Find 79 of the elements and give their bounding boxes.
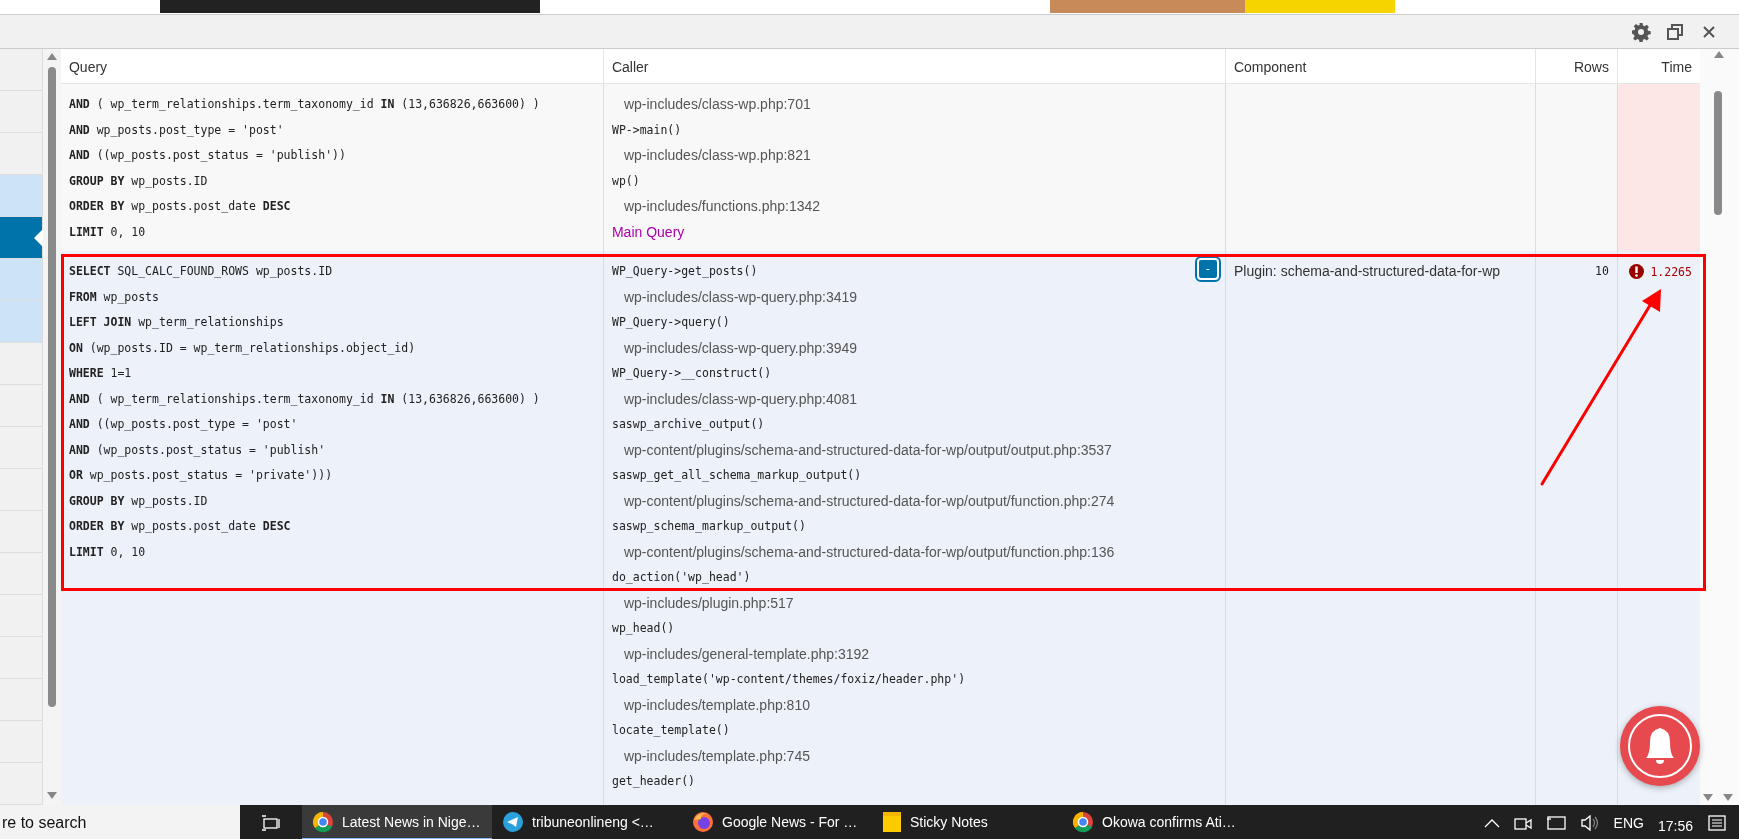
sql-line: WHERE 1=1 xyxy=(68,365,133,382)
sql-line: AND wp_posts.post_type = 'post' xyxy=(68,121,285,139)
sql-line: LEFT JOIN wp_term_relationships xyxy=(68,314,285,331)
settings-icon[interactable] xyxy=(1631,21,1651,42)
monitor-icon[interactable] xyxy=(1545,814,1566,831)
sql-line: GROUP BY wp_posts.ID xyxy=(68,492,209,510)
sql-line: ORDER BY wp_posts.post_date DESC xyxy=(68,518,292,535)
note-icon xyxy=(882,810,902,833)
sql-line: SELECT SQL_CALC_FOUND_ROWS wp_posts.ID xyxy=(68,263,334,280)
file-path: wp-content/plugins/schema-and-structured-data-for-wp/output/output.php:3537 xyxy=(622,440,1113,460)
scrollbar-thumb[interactable] xyxy=(1714,91,1722,215)
file-path: wp-content/plugins/schema-and-structured-data-for-wp/output/function.php:274 xyxy=(622,491,1116,511)
sql-line: AND ( wp_term_relationships.term_taxonomy_id IN (13,636826,663600) ) xyxy=(68,96,541,113)
clock[interactable]: 17:56 xyxy=(1657,817,1693,834)
function-call: saswp_schema_markup_output() xyxy=(611,518,806,535)
function-call: do_action('wp_head') xyxy=(611,569,751,586)
function-call: load_template('wp-content/themes/foxiz/header.php') xyxy=(611,671,966,688)
sql-line: AND ( wp_term_relationships.term_taxonomy_id IN (13,636826,663600) ) xyxy=(68,390,541,408)
language-indicator[interactable]: ENG xyxy=(1613,814,1644,831)
browser-icon xyxy=(312,810,334,833)
file-path: wp-includes/class-wp.php:701 xyxy=(622,95,812,114)
search-field[interactable]: re to search xyxy=(0,805,240,839)
column-header[interactable]: Component xyxy=(1225,49,1536,84)
row-count: 10 xyxy=(1594,263,1609,280)
sql-line: AND ((wp_posts.post_type = 'post' xyxy=(68,416,299,433)
taskbar-app[interactable]: Sticky Notes xyxy=(872,805,1062,839)
speaker-icon[interactable] xyxy=(1579,814,1600,831)
taskbar-app[interactable]: Latest News in Nige… xyxy=(302,805,492,839)
function-call: saswp_archive_output() xyxy=(611,416,765,433)
function-call: wp() xyxy=(611,172,640,190)
sql-line: ORDER BY wp_posts.post_date DESC xyxy=(68,198,292,215)
function-call: WP_Query->get_posts() xyxy=(611,263,758,280)
restore-window-icon[interactable] xyxy=(1665,21,1685,42)
function-call: WP_Query->query() xyxy=(611,314,730,331)
sql-line: LIMIT 0, 10 xyxy=(68,223,147,241)
scrollbar-thumb[interactable] xyxy=(47,67,56,707)
paper-plane-icon xyxy=(502,810,524,833)
query-time: 1.2265 xyxy=(1650,264,1692,279)
function-call: WP_Query->__construct() xyxy=(611,365,772,382)
taskbar-app[interactable]: Google News - For … xyxy=(682,805,872,839)
sql-line: AND (wp_posts.post_status = 'publish' xyxy=(68,441,327,459)
file-path: wp-includes/class-wp-query.php:4081 xyxy=(622,389,859,409)
sql-line: ON (wp_posts.ID = wp_term_relationships.object_id) xyxy=(68,339,417,357)
chevron-up-icon[interactable] xyxy=(1483,817,1500,828)
file-path: wp-includes/class-wp-query.php:3419 xyxy=(622,287,859,307)
fox-globe-icon xyxy=(692,810,714,833)
sql-line: OR wp_posts.post_status = 'private'))) xyxy=(68,467,334,484)
function-call: wp_head() xyxy=(611,620,675,637)
file-path: wp-includes/class-wp.php:821 xyxy=(622,146,812,165)
column-header[interactable]: Rows xyxy=(1535,49,1618,84)
sql-line: FROM wp_posts xyxy=(68,288,160,306)
task-view-icon[interactable] xyxy=(262,813,282,832)
component-name: Plugin: schema-and-structured-data-for-wp xyxy=(1233,262,1502,281)
notification-icon[interactable] xyxy=(1707,813,1727,832)
function-call: WP->main() xyxy=(611,121,682,139)
file-path: wp-includes/template.php:810 xyxy=(622,695,811,715)
function-call: saswp_get_all_schema_markup_output() xyxy=(611,467,862,484)
column-header[interactable]: Caller xyxy=(603,49,1226,84)
taskbar-app[interactable]: tribuneonlineng <… xyxy=(492,805,682,839)
scroll-up-icon[interactable] xyxy=(46,53,57,60)
scroll-down-icon[interactable] xyxy=(46,792,57,799)
file-path: wp-includes/template.php:745 xyxy=(622,746,811,766)
browser-icon xyxy=(1072,810,1094,833)
sql-line: GROUP BY wp_posts.ID xyxy=(68,172,209,190)
file-path: wp-includes/functions.php:1342 xyxy=(622,197,822,216)
collapse-button[interactable]: - xyxy=(1196,258,1219,280)
scroll-up-icon[interactable] xyxy=(1714,51,1724,58)
function-call: get_header() xyxy=(611,773,696,790)
function-call: locate_template() xyxy=(611,722,730,739)
column-header[interactable]: Query xyxy=(60,49,604,84)
file-path: wp-content/plugins/schema-and-structured-data-for-wp/output/function.php:136 xyxy=(622,542,1116,562)
file-path: wp-includes/class-wp-query.php:3949 xyxy=(622,338,859,358)
file-path: wp-includes/plugin.php:517 xyxy=(622,593,795,613)
query-label: Main Query xyxy=(611,222,686,242)
taskbar-app[interactable]: Okowa confirms Ati… xyxy=(1062,805,1252,839)
file-path: wp-includes/general-template.php:3192 xyxy=(622,644,871,664)
sidebar-item[interactable] xyxy=(0,217,42,259)
sql-line: AND ((wp_posts.post_status = 'publish')) xyxy=(68,147,347,164)
sql-line: LIMIT 0, 10 xyxy=(68,543,147,561)
